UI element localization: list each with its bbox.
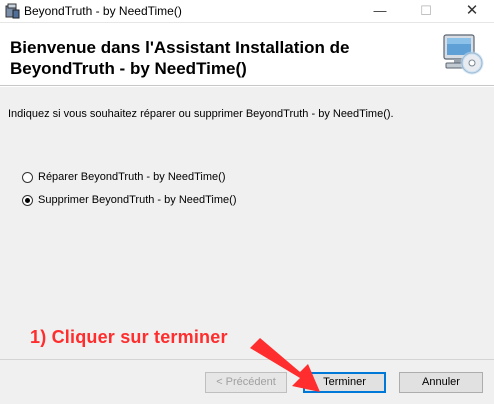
remove-radio[interactable] [22, 195, 33, 206]
header-banner: Bienvenue dans l'Assistant Installation … [0, 23, 494, 86]
computer-cd-icon [443, 34, 484, 75]
annotation-text: 1) Cliquer sur terminer [30, 327, 228, 347]
cancel-button[interactable]: Annuler [399, 372, 483, 393]
remove-label[interactable]: Supprimer BeyondTruth - by NeedTime() [38, 194, 236, 206]
window-title: BeyondTruth - by NeedTime() [24, 4, 182, 18]
button-area-separator [0, 359, 494, 360]
page-title: Bienvenue dans l'Assistant Installation … [10, 38, 350, 78]
maximize-button[interactable]: ☐ [406, 0, 446, 22]
red-arrow-icon [250, 338, 320, 392]
close-button[interactable]: ✕ [452, 0, 492, 22]
repair-radio[interactable] [22, 172, 33, 183]
instruction-text: Indiquez si vous souhaitez réparer ou su… [8, 108, 394, 120]
installer-window: BeyondTruth - by NeedTime() — ☐ ✕ Bienve… [0, 0, 494, 404]
banner-divider [0, 86, 494, 87]
minimize-button[interactable]: — [360, 0, 400, 22]
title-bar: BeyondTruth - by NeedTime() — ☐ ✕ [0, 0, 494, 23]
repair-label[interactable]: Réparer BeyondTruth - by NeedTime() [38, 171, 225, 183]
installer-app-icon [5, 3, 20, 19]
